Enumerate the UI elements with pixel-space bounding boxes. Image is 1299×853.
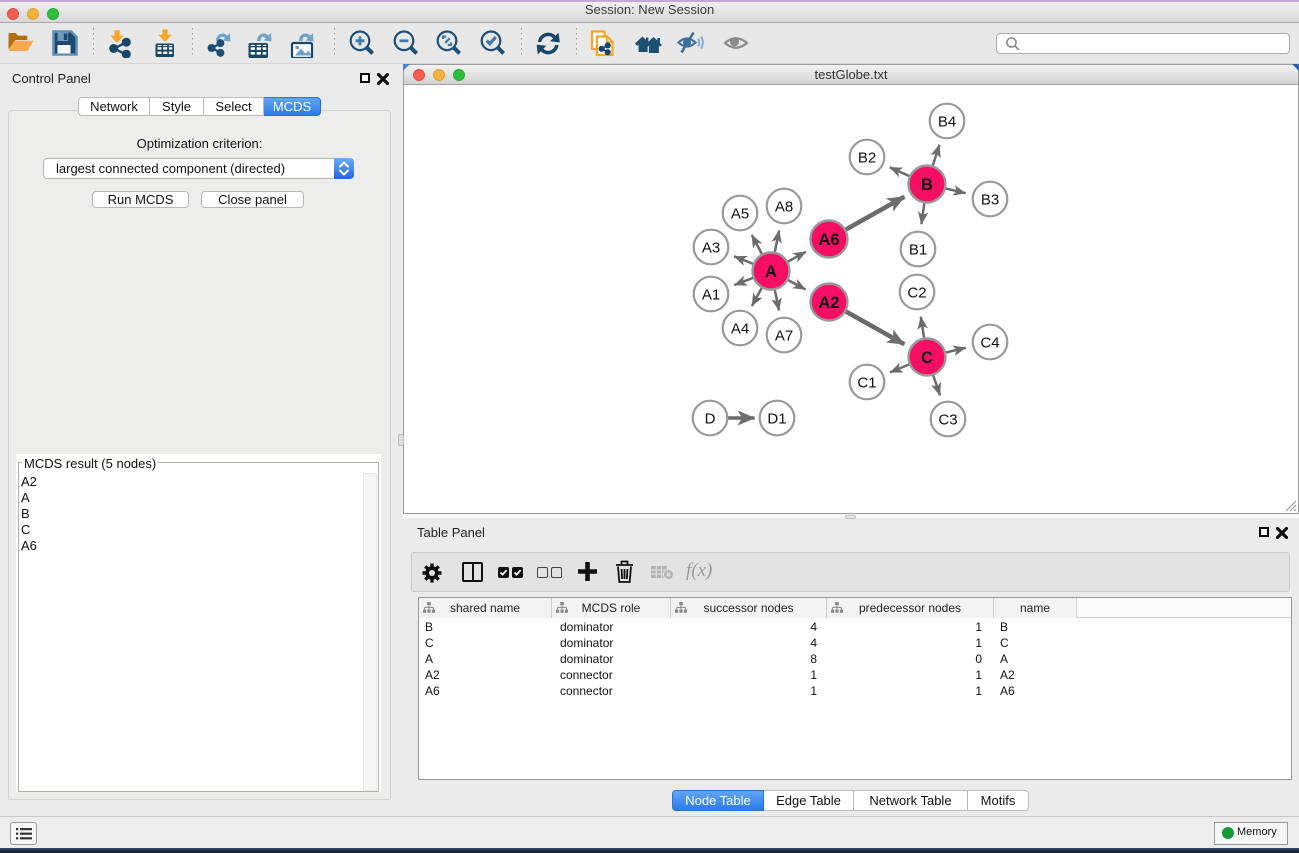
svg-text:C: C: [921, 349, 933, 367]
svg-text:B3: B3: [981, 192, 999, 209]
svg-text:A7: A7: [775, 328, 793, 345]
svg-text:A5: A5: [731, 206, 749, 223]
svg-text:A: A: [765, 263, 777, 281]
svg-text:A2: A2: [818, 294, 839, 312]
svg-text:B1: B1: [909, 242, 927, 259]
svg-text:B4: B4: [938, 114, 956, 131]
svg-text:A1: A1: [702, 287, 720, 304]
svg-text:C4: C4: [980, 335, 999, 352]
svg-text:A6: A6: [818, 231, 839, 249]
svg-text:D1: D1: [767, 411, 786, 428]
svg-text:B: B: [921, 176, 933, 194]
svg-text:B2: B2: [858, 150, 876, 167]
svg-text:A3: A3: [702, 240, 720, 257]
svg-text:C1: C1: [857, 375, 876, 392]
svg-text:C2: C2: [907, 285, 926, 302]
svg-text:D: D: [705, 411, 716, 428]
svg-text:C3: C3: [938, 412, 957, 429]
svg-text:A8: A8: [775, 199, 793, 216]
svg-text:A4: A4: [731, 321, 749, 338]
